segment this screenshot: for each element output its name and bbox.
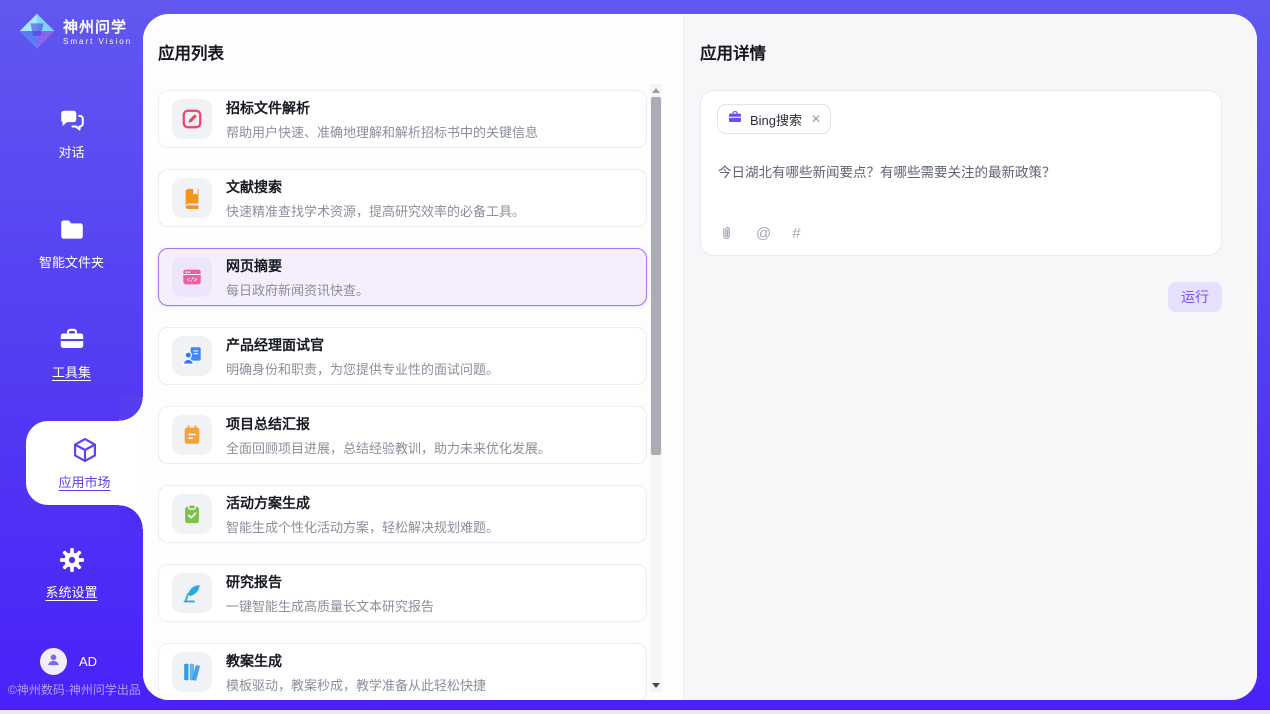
svg-text:</>: </> (187, 276, 198, 283)
interviewer-icon (172, 336, 212, 376)
gear-icon (58, 546, 86, 574)
app-name: 活动方案生成 (226, 493, 499, 513)
list-item[interactable]: 产品经理面试官明确身份和职责，为您提供专业性的面试问题。 (158, 327, 647, 385)
app-list-panel: 应用列表 招标文件解析帮助用户快速、准确地理解和解析招标书中的关键信息文献搜索快… (143, 14, 684, 700)
sidebar-item-工具集[interactable]: 工具集 (0, 298, 143, 408)
browser-code-icon: </> (172, 257, 212, 297)
note-icon (172, 415, 212, 455)
avatar (40, 648, 67, 675)
sidebar-item-label: 对话 (58, 142, 84, 161)
app-description: 模板驱动，教案秒成，教学准备从此轻松快捷 (226, 675, 486, 694)
brand-subtitle: Smart Vision (63, 38, 132, 47)
input-toolbar: @ # (718, 225, 801, 242)
app-description: 每日政府新闻资讯快查。 (226, 280, 369, 299)
app-window: 神州问学 Smart Vision 对话智能文件夹工具集应用市场系统设置 AD … (0, 0, 1270, 714)
main-content: 应用列表 招标文件解析帮助用户快速、准确地理解和解析招标书中的关键信息文献搜索快… (143, 14, 1257, 700)
app-name: 文献搜索 (226, 177, 525, 197)
sidebar: 神州问学 Smart Vision 对话智能文件夹工具集应用市场系统设置 AD … (0, 0, 143, 710)
app-name: 教案生成 (226, 651, 486, 671)
app-description: 全面回顾项目进展，总结经验教训，助力未来优化发展。 (226, 438, 551, 457)
app-description: 一键智能生成高质量长文本研究报告 (226, 596, 434, 615)
list-item[interactable]: 活动方案生成智能生成个性化活动方案，轻松解决规划难题。 (158, 485, 647, 543)
run-row: 运行 (700, 282, 1222, 312)
app-description: 智能生成个性化活动方案，轻松解决规划难题。 (226, 517, 499, 536)
sidebar-item-label: 系统设置 (45, 582, 97, 601)
close-icon[interactable]: ✕ (811, 113, 821, 125)
chat-icon (58, 106, 86, 134)
cube-icon (71, 436, 99, 464)
pen-square-icon (172, 99, 212, 139)
scroll-up-arrow-icon[interactable] (652, 88, 660, 93)
sidebar-item-对话[interactable]: 对话 (0, 78, 143, 188)
sidebar-item-label: 智能文件夹 (39, 252, 104, 271)
sidebar-item-label: 工具集 (52, 362, 91, 381)
person-icon (45, 651, 62, 673)
bottom-strip (0, 710, 1270, 714)
scroll-down-arrow-icon[interactable] (652, 683, 660, 688)
sidebar-item-应用市场[interactable]: 应用市场 (26, 421, 143, 505)
app-name: 产品经理面试官 (226, 335, 499, 355)
app-name: 项目总结汇报 (226, 414, 551, 434)
user-account[interactable]: AD (40, 648, 97, 675)
sidebar-item-智能文件夹[interactable]: 智能文件夹 (0, 188, 143, 298)
sidebar-item-系统设置[interactable]: 系统设置 (0, 518, 143, 628)
tool-chip-label: Bing搜索 (750, 110, 802, 129)
scrollbar[interactable] (650, 84, 662, 692)
app-detail-title: 应用详情 (700, 40, 1222, 64)
brand-logo: 神州问学 Smart Vision (18, 12, 132, 55)
app-name: 研究报告 (226, 572, 434, 592)
clipboard-check-icon (172, 494, 212, 534)
toolbox-icon (58, 326, 86, 354)
app-description: 快速精准查找学术资源，提高研究效率的必备工具。 (226, 201, 525, 220)
tool-chip-bing-search[interactable]: Bing搜索 ✕ (717, 104, 831, 134)
app-detail-panel: 应用详情 Bing搜索 ✕ 今日湖北有哪些新闻要点？有哪些需要关注的最新政策？ (684, 14, 1257, 700)
app-name: 招标文件解析 (226, 98, 538, 118)
list-item[interactable]: </> 网页摘要每日政府新闻资讯快查。 (158, 248, 647, 306)
list-item[interactable]: 文献搜索快速精准查找学术资源，提高研究效率的必备工具。 (158, 169, 647, 227)
run-button[interactable]: 运行 (1168, 282, 1222, 312)
copyright-footer: ©神州数码·神州问学出品 (8, 681, 141, 698)
app-list-title: 应用列表 (158, 40, 683, 64)
diamond-logo-icon (18, 12, 56, 55)
sidebar-nav: 对话智能文件夹工具集应用市场系统设置 (0, 78, 143, 628)
app-name: 网页摘要 (226, 256, 369, 276)
book-icon (172, 178, 212, 218)
scrollbar-thumb[interactable] (651, 97, 661, 455)
app-description: 明确身份和职责，为您提供专业性的面试问题。 (226, 359, 499, 378)
quill-icon (172, 573, 212, 613)
paperclip-icon[interactable] (718, 225, 735, 242)
prompt-card[interactable]: Bing搜索 ✕ 今日湖北有哪些新闻要点？有哪些需要关注的最新政策？ @ # (700, 90, 1222, 256)
list-item[interactable]: 研究报告一键智能生成高质量长文本研究报告 (158, 564, 647, 622)
folder-icon (58, 216, 86, 244)
list-item[interactable]: 教案生成模板驱动，教案秒成，教学准备从此轻松快捷 (158, 643, 647, 700)
briefcase-icon (727, 109, 743, 130)
hash-icon[interactable]: # (792, 226, 800, 241)
query-text[interactable]: 今日湖北有哪些新闻要点？有哪些需要关注的最新政策？ (718, 161, 1056, 181)
app-description: 帮助用户快速、准确地理解和解析招标书中的关键信息 (226, 122, 538, 141)
brand-name: 神州问学 (63, 20, 132, 37)
user-name: AD (79, 654, 97, 669)
app-list: 招标文件解析帮助用户快速、准确地理解和解析招标书中的关键信息文献搜索快速精准查找… (158, 90, 647, 700)
books-icon (172, 652, 212, 692)
list-item[interactable]: 招标文件解析帮助用户快速、准确地理解和解析招标书中的关键信息 (158, 90, 647, 148)
list-item[interactable]: 项目总结汇报全面回顾项目进展，总结经验教训，助力未来优化发展。 (158, 406, 647, 464)
at-icon[interactable]: @ (756, 226, 771, 241)
sidebar-item-label: 应用市场 (58, 472, 110, 491)
